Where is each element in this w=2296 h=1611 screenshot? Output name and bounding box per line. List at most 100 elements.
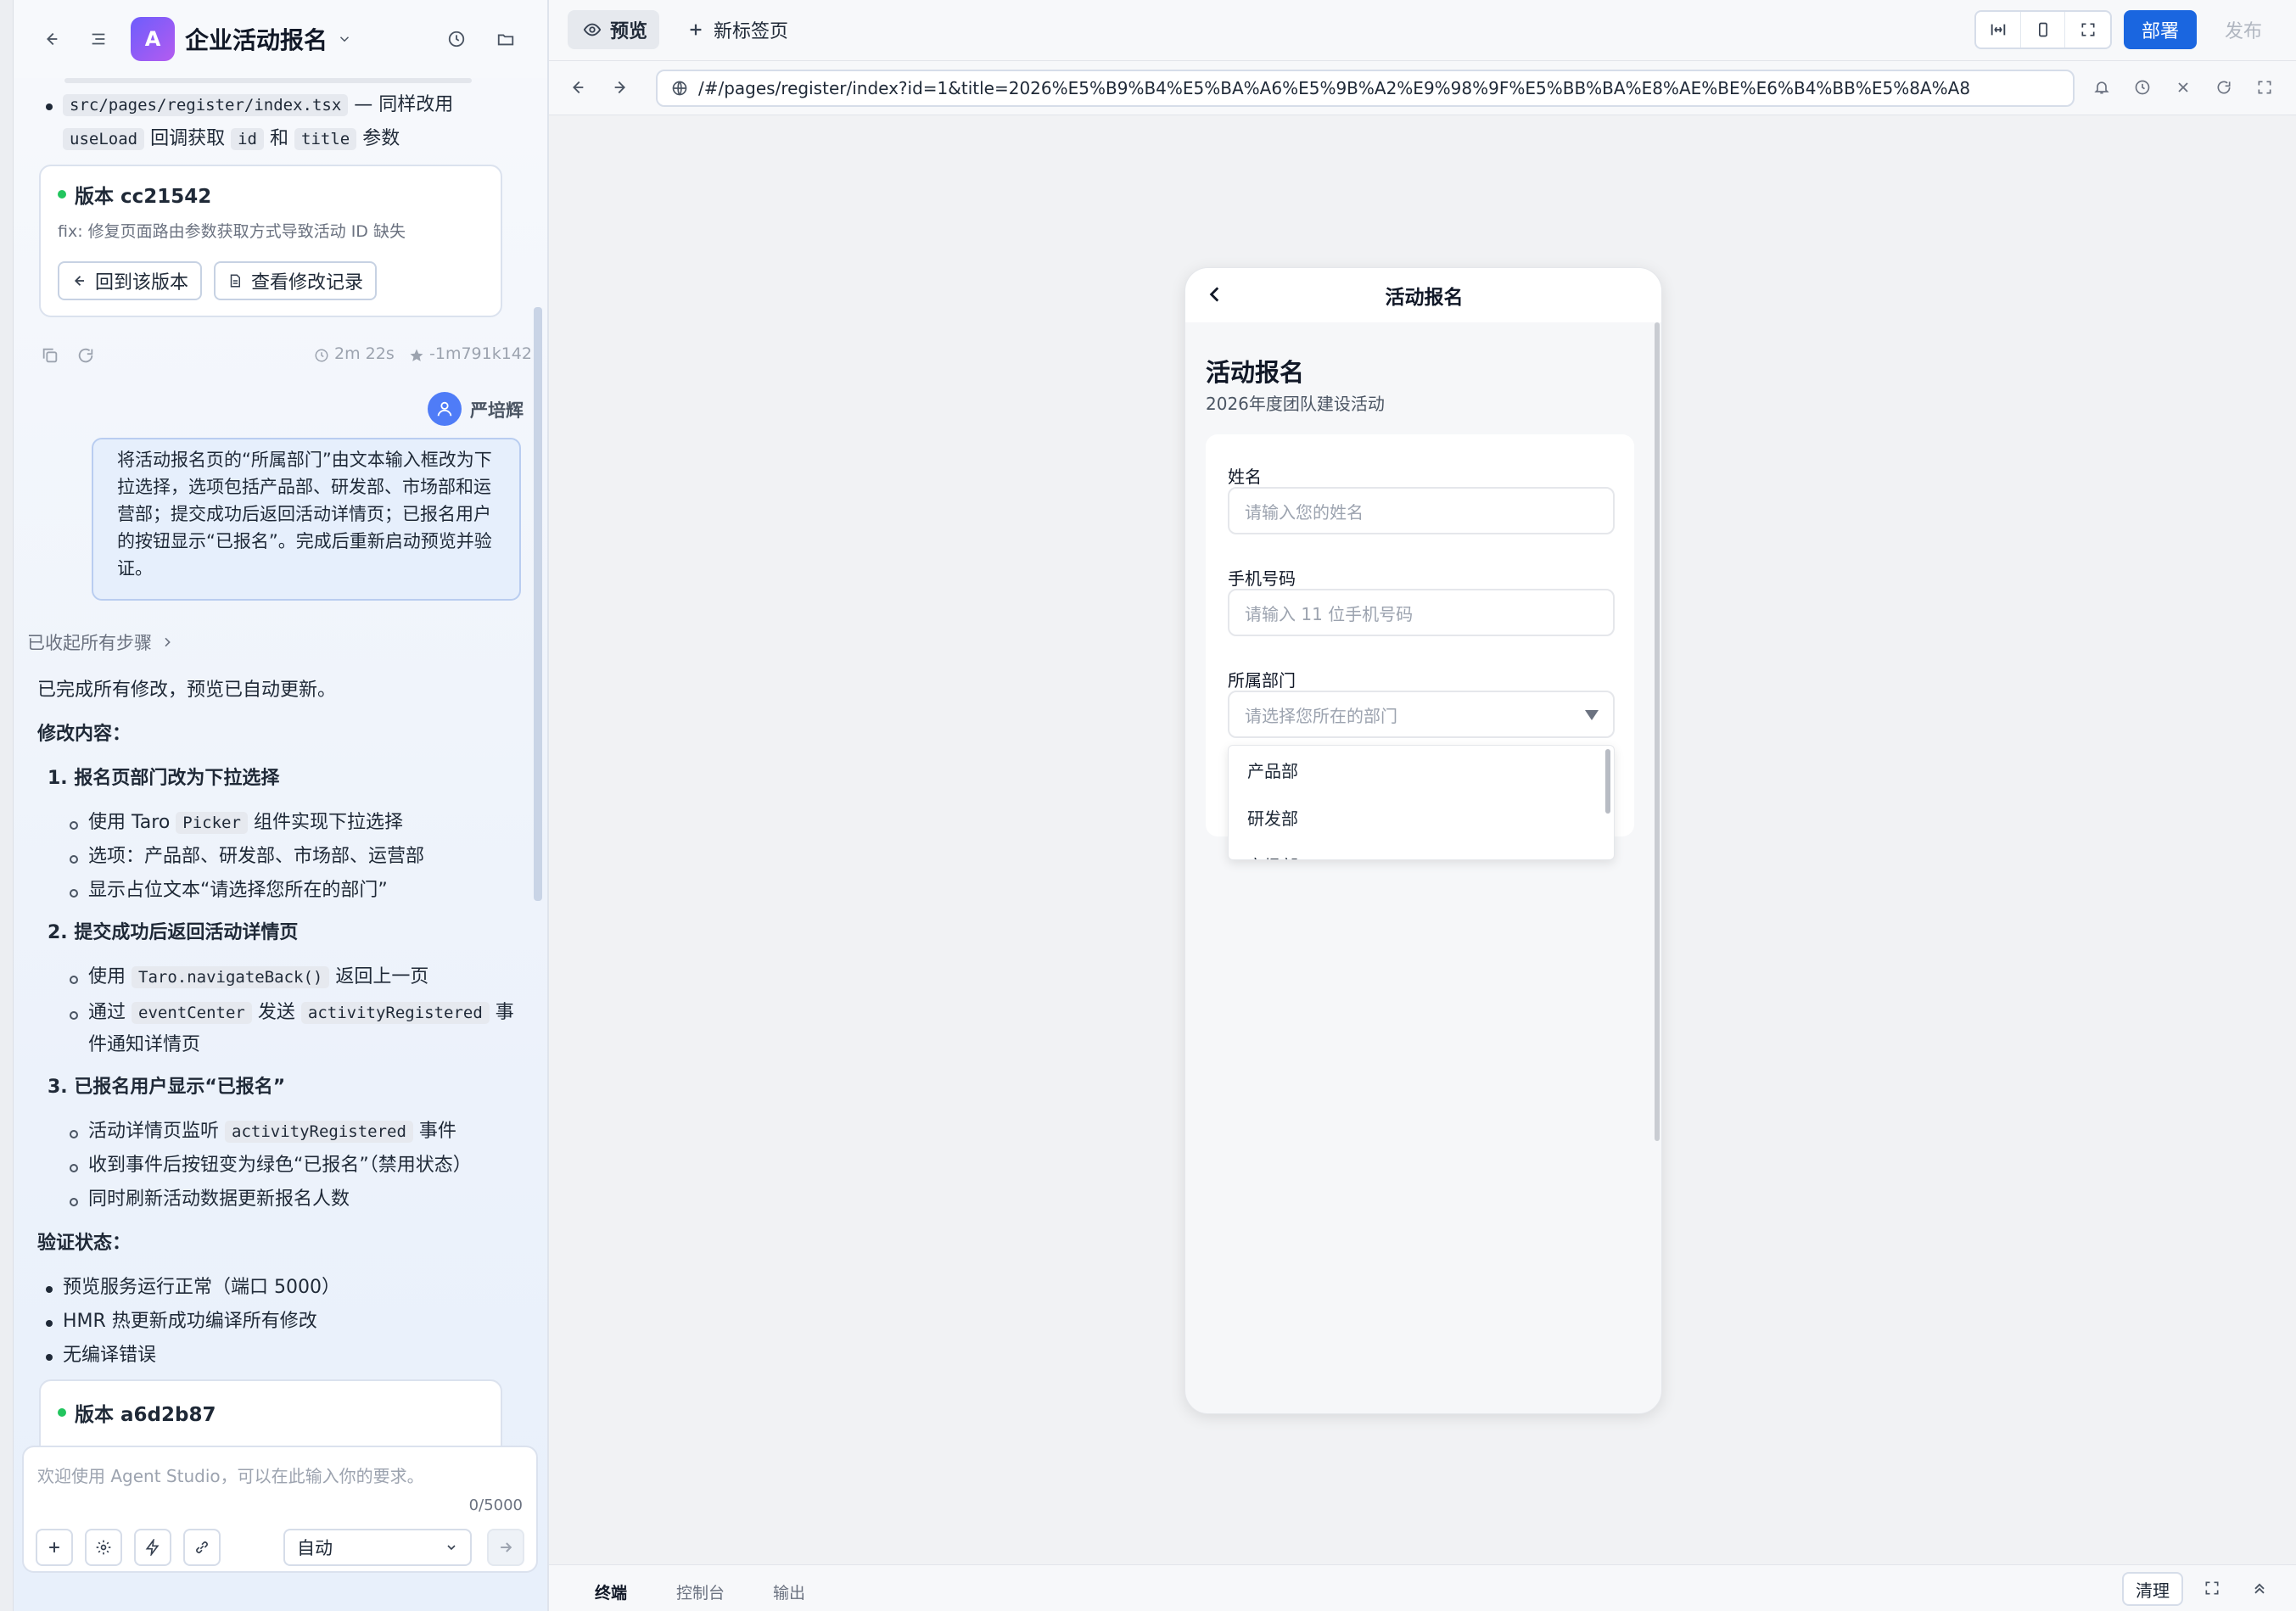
user-icon [437, 401, 452, 417]
chat-panel: A 企业活动报名 src/pages/register/index.tsx — … [0, 0, 549, 1611]
dropdown-option[interactable]: 市场部 [1229, 841, 1607, 860]
document-icon [227, 273, 243, 288]
select-placeholder: 请选择您所在的部门 [1245, 705, 1397, 726]
name-input[interactable]: 请输入您的姓名 [1228, 487, 1615, 534]
star-icon [409, 348, 424, 363]
nav-back-icon[interactable] [568, 78, 586, 97]
lightning-icon [145, 1539, 160, 1556]
plus-icon [690, 24, 702, 36]
link-button[interactable] [183, 1529, 221, 1566]
chat-scrollbar[interactable] [534, 307, 542, 901]
page-subtitle: 2026年度团队建设活动 [1206, 394, 1385, 414]
settings-button[interactable] [85, 1529, 122, 1566]
plus-icon [49, 1542, 59, 1552]
text: 回调获取 [150, 128, 226, 149]
publish-button[interactable]: 发布 [2207, 10, 2280, 49]
bullet [70, 1130, 78, 1138]
tab-terminal[interactable]: 终端 [595, 1580, 627, 1603]
page-title: 活动报名 [1206, 358, 1305, 387]
reload-icon[interactable] [2215, 79, 2232, 96]
section-heading: 修改内容： [37, 724, 132, 745]
phone-scrollbar[interactable] [1655, 322, 1660, 1141]
sub-heading: 3. 已报名用户显示“已报名” [48, 1077, 286, 1098]
code-snippet: Picker [176, 812, 248, 834]
close-icon[interactable] [2175, 79, 2192, 96]
code-snippet: activityRegistered [300, 1002, 490, 1024]
code-snippet: eventCenter [132, 1002, 252, 1024]
history-icon[interactable] [2134, 79, 2151, 96]
history-icon[interactable] [440, 22, 473, 56]
refresh-icon[interactable] [76, 346, 95, 365]
fullscreen-icon[interactable] [2065, 12, 2110, 48]
token-count: -1m791k142 [429, 344, 532, 363]
bullet [70, 976, 78, 984]
list-item: HMR 热更新成功编译所有修改 [63, 1311, 317, 1332]
lightning-button[interactable] [134, 1529, 171, 1566]
restore-version-button[interactable]: 回到该版本 [58, 261, 203, 300]
tab-preview[interactable]: 预览 [568, 10, 659, 49]
code-snippet: activityRegistered [225, 1121, 413, 1143]
sub-heading: 1. 报名页部门改为下拉选择 [48, 768, 280, 789]
chat-input[interactable]: 欢迎使用 Agent Studio，可以在此输入你的要求。 [37, 1463, 521, 1487]
list-item: 收到事件后按钮变为绿色“已报名”（禁用状态） [88, 1155, 472, 1176]
send-button[interactable] [487, 1529, 524, 1566]
chat-header: A 企业活动报名 [14, 0, 547, 78]
url-bar: /#/pages/register/index?id=1&title=2026%… [549, 61, 2296, 115]
phone-input[interactable]: 请输入 11 位手机号码 [1228, 589, 1615, 636]
field-label: 姓名 [1228, 467, 1262, 487]
left-strip [0, 0, 14, 1611]
list-item: 使用 Taro Picker 组件实现下拉选择 [88, 806, 403, 840]
bell-icon[interactable] [2093, 79, 2110, 96]
chevron-right-icon [160, 635, 174, 649]
deploy-button[interactable]: 部署 [2124, 10, 2197, 49]
text: 组件实现下拉选择 [253, 812, 403, 833]
tab-console[interactable]: 控制台 [676, 1580, 725, 1603]
collapse-up-icon[interactable] [2251, 1580, 2268, 1597]
maximize-icon[interactable] [2204, 1580, 2220, 1597]
chat-input-box: 欢迎使用 Agent Studio，可以在此输入你的要求。 0/5000 自动 [22, 1446, 538, 1573]
tab-output[interactable]: 输出 [773, 1580, 805, 1603]
department-select[interactable]: 请选择您所在的部门 [1228, 691, 1615, 738]
list-item: src/pages/register/index.tsx — 同样改用 [63, 88, 453, 122]
chevron-down-icon[interactable] [334, 29, 355, 49]
new-tab-button[interactable]: 新标签页 [686, 10, 788, 49]
char-counter: 0/5000 [468, 1496, 523, 1514]
list-item: 同时刷新活动数据更新报名人数 [88, 1189, 350, 1210]
add-button[interactable] [36, 1529, 73, 1566]
app-title[interactable]: 企业活动报名 [185, 22, 328, 56]
expand-icon[interactable] [2256, 79, 2273, 96]
done-message: 已完成所有修改，预览已自动更新。 [37, 680, 337, 701]
address-field[interactable]: /#/pages/register/index?id=1&title=2026%… [656, 70, 2075, 107]
text: 事 [495, 1002, 514, 1023]
mobile-view-icon[interactable] [2021, 12, 2066, 48]
code-snippet: src/pages/register/index.tsx [63, 94, 349, 116]
version-label: 版本 a6d2b87 [75, 1404, 216, 1426]
dropdown-option[interactable]: 研发部 [1229, 793, 1607, 841]
chevron-down-icon [447, 1545, 456, 1551]
list-item: 使用 Taro.navigateBack() 返回上一页 [88, 960, 428, 994]
list-item: 显示占位文本“请选择您所在的部门” [88, 880, 388, 901]
tab-label: 预览 [610, 21, 648, 42]
text: 事件 [418, 1121, 456, 1142]
text: 和 [269, 128, 288, 149]
back-icon[interactable] [34, 22, 68, 56]
bullet [70, 1164, 78, 1172]
dropdown-option[interactable]: 产品部 [1229, 746, 1607, 793]
collapsed-steps-toggle[interactable]: 已收起所有步骤 [27, 629, 174, 655]
mode-select[interactable]: 自动 [283, 1529, 472, 1566]
folder-icon[interactable] [489, 22, 523, 56]
field-label: 所属部门 [1228, 670, 1296, 691]
globe-icon [672, 81, 687, 96]
view-changes-button[interactable]: 查看修改记录 [214, 261, 378, 300]
bullet [46, 103, 53, 110]
version-label: 版本 cc21542 [75, 186, 212, 208]
back-icon[interactable] [1204, 283, 1226, 305]
user-message: 将活动报名页的“所属部门”由文本输入框改为下拉选择，选项包括产品部、研发部、市场… [92, 438, 521, 601]
chat-scroll[interactable]: src/pages/register/index.tsx — 同样改用 useL… [14, 78, 547, 1446]
copy-icon[interactable] [41, 346, 59, 365]
nav-forward-icon[interactable] [612, 78, 630, 97]
menu-icon[interactable] [81, 22, 115, 56]
desktop-view-icon[interactable] [1976, 12, 2021, 48]
clear-button[interactable]: 清理 [2122, 1572, 2183, 1606]
tab-label: 新标签页 [714, 21, 789, 42]
